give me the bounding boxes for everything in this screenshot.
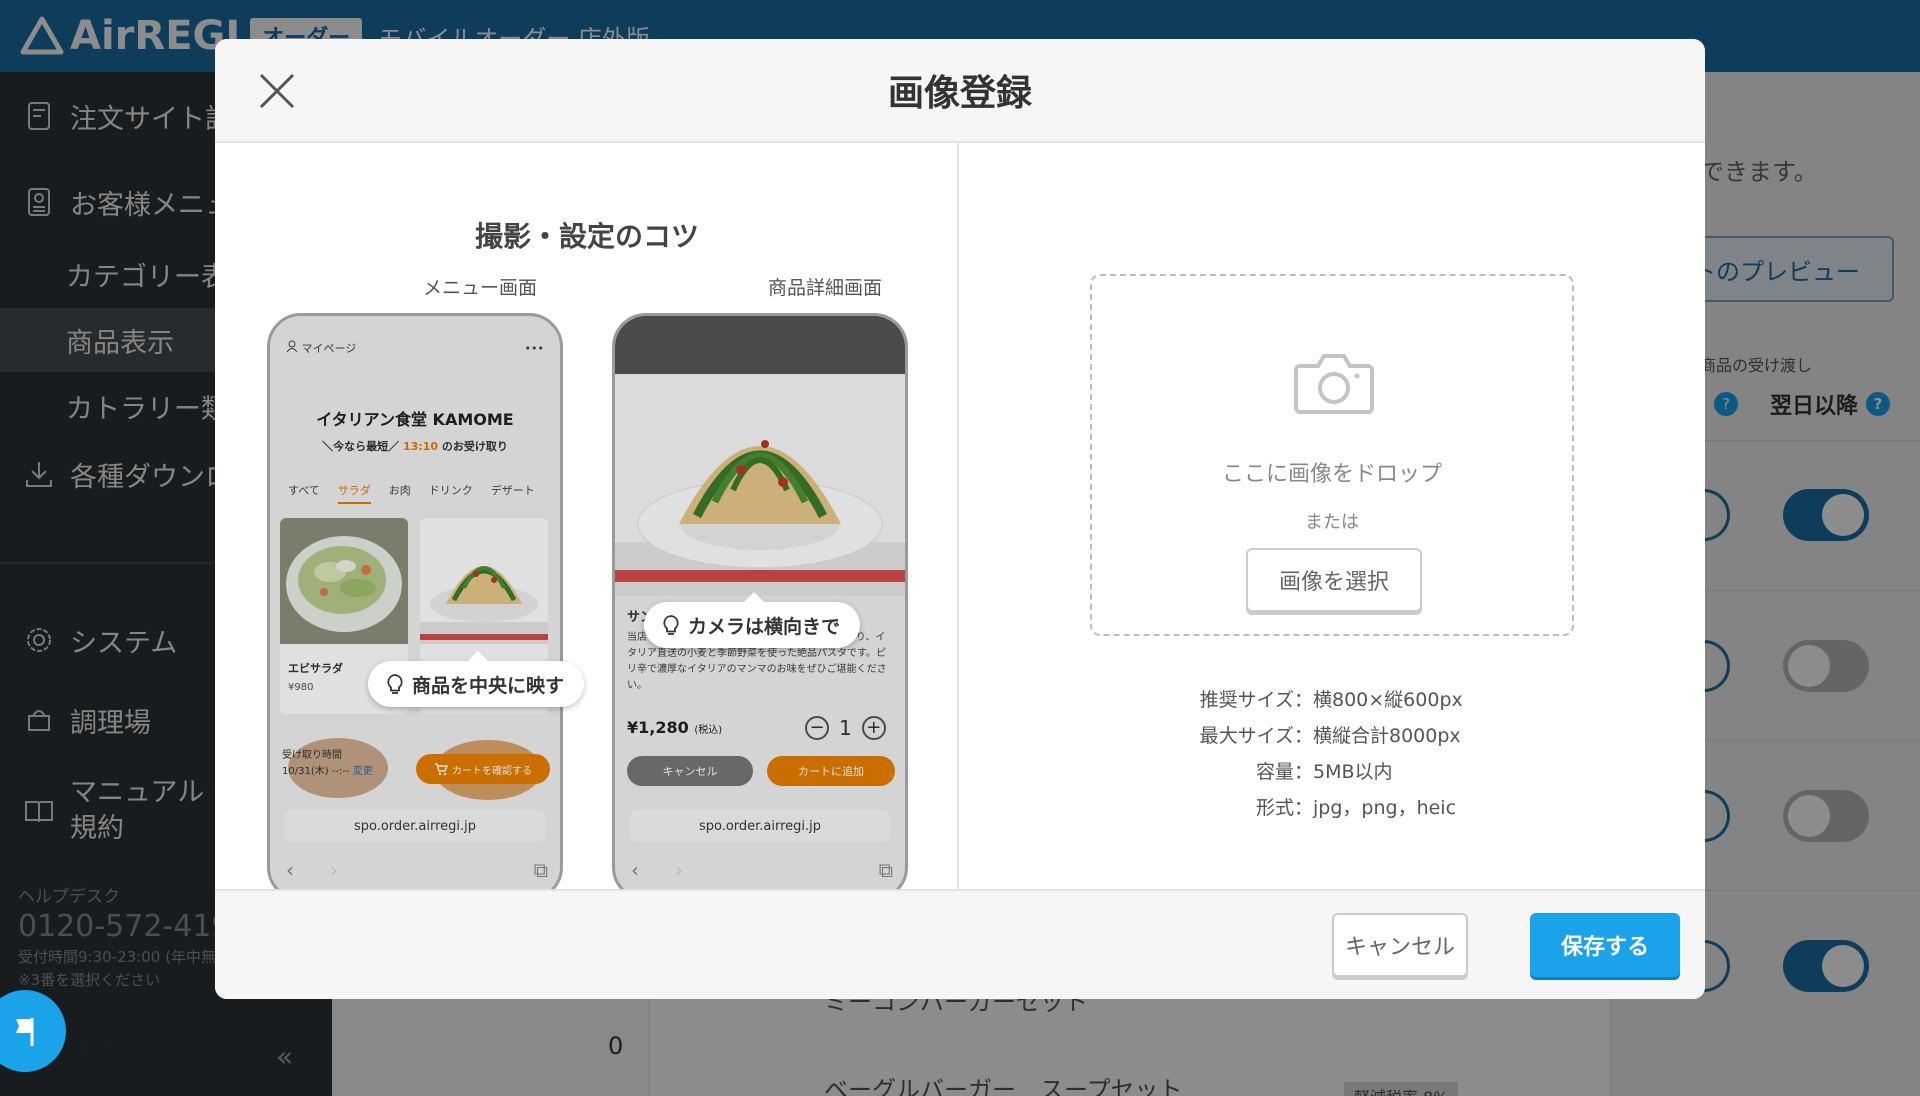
back-icon: ‹ bbox=[286, 858, 294, 882]
tabs-icon: ⧉ bbox=[533, 858, 548, 882]
select-image-button[interactable]: 画像を選択 bbox=[1246, 548, 1422, 612]
spec-key: 推奨サイズ： bbox=[1199, 689, 1313, 711]
nav-arrows: ‹ › bbox=[631, 858, 683, 882]
forward-icon: › bbox=[330, 858, 338, 882]
image-dropzone[interactable]: ここに画像をドロップ または 画像を選択 bbox=[1090, 274, 1574, 636]
drop-text: ここに画像をドロップ bbox=[1221, 462, 1442, 487]
image-register-modal: 画像登録 撮影・設定のコツ メニュー画面 商品詳細画面 マイページ ••• イタ… bbox=[215, 39, 1705, 999]
spec-row: 容量： 5MB以内 bbox=[215, 757, 1705, 784]
forward-icon: › bbox=[675, 858, 683, 882]
spec-value: jpg，png，heic bbox=[1313, 797, 1457, 819]
menu-screen-caption: メニュー画面 bbox=[422, 277, 537, 299]
save-button[interactable]: 保存する bbox=[1530, 913, 1680, 977]
camera-icon bbox=[1294, 354, 1374, 414]
spec-row: 推奨サイズ： 横800×縦600px bbox=[215, 685, 1705, 712]
tips-title: 撮影・設定のコツ bbox=[474, 220, 699, 253]
tip-landscape-bubble: カメラは横向きで bbox=[644, 592, 861, 648]
tabs-icon: ⧉ bbox=[878, 858, 893, 882]
modal-title: 画像登録 bbox=[887, 73, 1032, 114]
spec-value: 横縦合計8000px bbox=[1313, 725, 1461, 747]
lightbulb-icon bbox=[662, 614, 680, 636]
browser-nav: ‹ › ⧉ bbox=[286, 858, 548, 882]
modal-footer: キャンセル 保存する bbox=[215, 889, 1705, 999]
tip-landscape-text: カメラは横向きで bbox=[688, 615, 841, 638]
browser-nav: ‹ › ⧉ bbox=[631, 858, 893, 882]
spec-value: 横800×縦600px bbox=[1313, 689, 1463, 711]
spec-row: 最大サイズ： 横縦合計8000px bbox=[215, 721, 1705, 748]
spec-key: 容量： bbox=[1255, 761, 1313, 783]
spec-value: 5MB以内 bbox=[1313, 761, 1393, 783]
back-icon: ‹ bbox=[631, 858, 639, 882]
drop-or-text: または bbox=[1305, 512, 1359, 533]
spec-key: 最大サイズ： bbox=[1199, 725, 1313, 747]
cancel-button[interactable]: キャンセル bbox=[1332, 913, 1468, 977]
spec-row: 形式： jpg，png，heic bbox=[215, 793, 1705, 820]
spec-key: 形式： bbox=[1255, 797, 1313, 819]
flag-icon bbox=[16, 1018, 34, 1046]
detail-screen-caption: 商品詳細画面 bbox=[767, 277, 882, 299]
modal-header: 画像登録 bbox=[215, 39, 1705, 143]
close-icon bbox=[259, 73, 295, 109]
nav-arrows: ‹ › bbox=[286, 858, 338, 882]
close-button[interactable] bbox=[255, 69, 299, 113]
